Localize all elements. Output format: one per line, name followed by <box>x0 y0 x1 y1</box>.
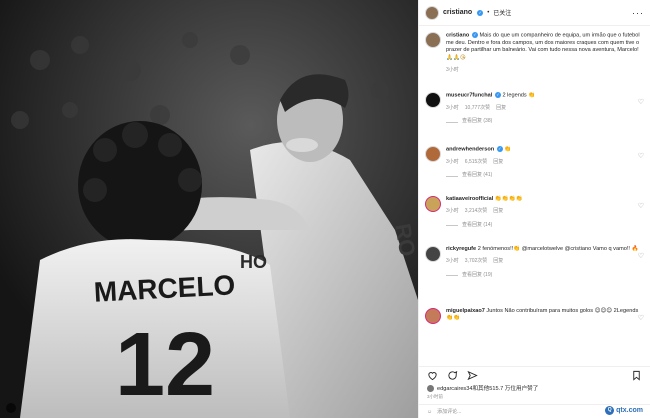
like-comment-icon[interactable]: ♡ <box>638 152 644 160</box>
like-comment-icon[interactable]: ♡ <box>638 314 644 322</box>
follow-status-button[interactable]: 已关注 <box>493 8 511 17</box>
separator-dot: • <box>487 9 490 16</box>
verified-icon: ✓ <box>471 32 478 38</box>
comment-likes[interactable]: 6,515次赞 <box>465 159 488 166</box>
comment-text: 2 fenómenos!!👏 @marcelotwelve @cristiano… <box>477 246 630 252</box>
like-comment-icon[interactable]: ♡ <box>638 202 644 210</box>
more-options-icon[interactable]: ··· <box>632 8 644 18</box>
verified-icon: ✓ <box>494 92 501 98</box>
reply-button[interactable]: 回复 <box>493 258 503 265</box>
post-caption: cristiano ✓ Mais do que um companheiro d… <box>425 32 644 75</box>
comment-item: andrewhenderson ✓ 👏 3小时 6,515次赞 回复 查看回复 … <box>425 146 644 180</box>
photo-illustration: MARCELO 12 HO RO <box>0 0 418 418</box>
post-side-panel: cristiano ✓ • 已关注 ··· cristiano ✓ Mais d… <box>418 0 650 418</box>
comment-time: 3小时 <box>446 104 459 111</box>
comment-emoji: 👏 <box>528 92 536 99</box>
avatar[interactable] <box>425 92 441 108</box>
post-photo[interactable]: MARCELO 12 HO RO <box>0 0 418 418</box>
verified-icon: ✓ <box>496 146 503 152</box>
like-comment-icon[interactable]: ♡ <box>638 252 644 260</box>
post-actions-bar <box>419 366 650 384</box>
add-comment-input[interactable]: 添加评论... <box>437 408 461 415</box>
avatar[interactable] <box>425 32 441 48</box>
heart-icon[interactable] <box>427 370 438 381</box>
likes-text: edgarcaires34和其他515.7 万位用户赞了 <box>437 386 539 392</box>
comment-item: miguelpaixao7 Juntos Não contribuíram pa… <box>425 308 644 324</box>
comment-username[interactable]: rickyregufe <box>446 246 476 252</box>
comment-item: museucr7funchal ✓ 2 legends 👏 3小时 10,777… <box>425 92 644 126</box>
comment-likes[interactable]: 3,702次赞 <box>465 258 488 265</box>
like-comment-icon[interactable]: ♡ <box>638 98 644 106</box>
bookmark-icon[interactable] <box>631 370 642 381</box>
caption-username[interactable]: cristiano <box>446 32 469 38</box>
comments-list: cristiano ✓ Mais do que um companheiro d… <box>419 26 650 366</box>
tag-icon[interactable] <box>6 403 16 413</box>
comment-likes[interactable]: 10,777次赞 <box>465 105 490 112</box>
jersey-number: 12 <box>115 315 215 415</box>
reply-button[interactable]: 回复 <box>493 208 503 215</box>
jersey-side-text: HO <box>240 252 267 272</box>
avatar <box>427 384 434 392</box>
view-replies-button[interactable]: 查看回复 (41) <box>462 172 492 179</box>
watermark-logo-icon: Q <box>605 406 615 415</box>
comment-time: 3小时 <box>446 208 459 215</box>
comment-time: 3小时 <box>446 258 459 265</box>
comment-emoji: 👏👏👏👏 <box>494 196 523 202</box>
comment-text: Juntos Não contribuíram para muitos golo… <box>486 308 639 314</box>
emoji-icon[interactable]: ☺ <box>427 409 432 415</box>
reply-button[interactable]: 回复 <box>496 105 506 112</box>
comment-username[interactable]: museucr7funchal <box>446 92 492 98</box>
reply-button[interactable]: 回复 <box>493 159 503 166</box>
watermark-text: qtx.com <box>616 407 643 414</box>
post-time: 3小时前 <box>427 394 444 399</box>
comment-emoji: 👏 <box>504 146 512 153</box>
verified-icon: ✓ <box>477 9 484 16</box>
post-header: cristiano ✓ • 已关注 ··· <box>419 0 650 26</box>
comment-username[interactable]: miguelpaixao7 <box>446 308 485 314</box>
comment-emoji: 👏👏 <box>446 315 460 322</box>
avatar[interactable] <box>425 5 439 20</box>
comment-text: 2 legends <box>502 92 527 99</box>
avatar[interactable] <box>425 246 441 262</box>
instagram-post-view: MARCELO 12 HO RO cristiano ✓ • 已关注 ··· c… <box>0 0 650 418</box>
comment-likes[interactable]: 3,214次赞 <box>465 208 488 215</box>
avatar[interactable] <box>425 196 441 212</box>
comment-time: 3小时 <box>446 158 459 165</box>
comment-item: katiaaveiroofficial 👏👏👏👏 3小时 3,214次赞 回复 … <box>425 196 644 229</box>
caption-emoji: 🙏🙏😘 <box>446 54 466 61</box>
header-username[interactable]: cristiano <box>443 9 472 16</box>
caption-time: 3小时 <box>446 67 459 74</box>
view-replies-button[interactable]: 查看回复 (19) <box>462 272 492 279</box>
comment-username[interactable]: katiaaveiroofficial <box>446 196 493 202</box>
site-watermark: Q qtx.com <box>602 405 646 416</box>
comment-username[interactable]: andrewhenderson <box>446 146 494 152</box>
view-replies-button[interactable]: 查看回复 (38) <box>462 118 492 125</box>
view-replies-button[interactable]: 查看回复 (14) <box>462 222 492 229</box>
likes-summary[interactable]: edgarcaires34和其他515.7 万位用户赞了 <box>427 384 644 392</box>
avatar[interactable] <box>425 146 441 162</box>
comment-icon[interactable] <box>447 370 458 381</box>
share-icon[interactable] <box>467 370 478 381</box>
avatar[interactable] <box>425 308 441 324</box>
comment-item: rickyregufe 2 fenómenos!!👏 @marcelotwelv… <box>425 246 644 279</box>
